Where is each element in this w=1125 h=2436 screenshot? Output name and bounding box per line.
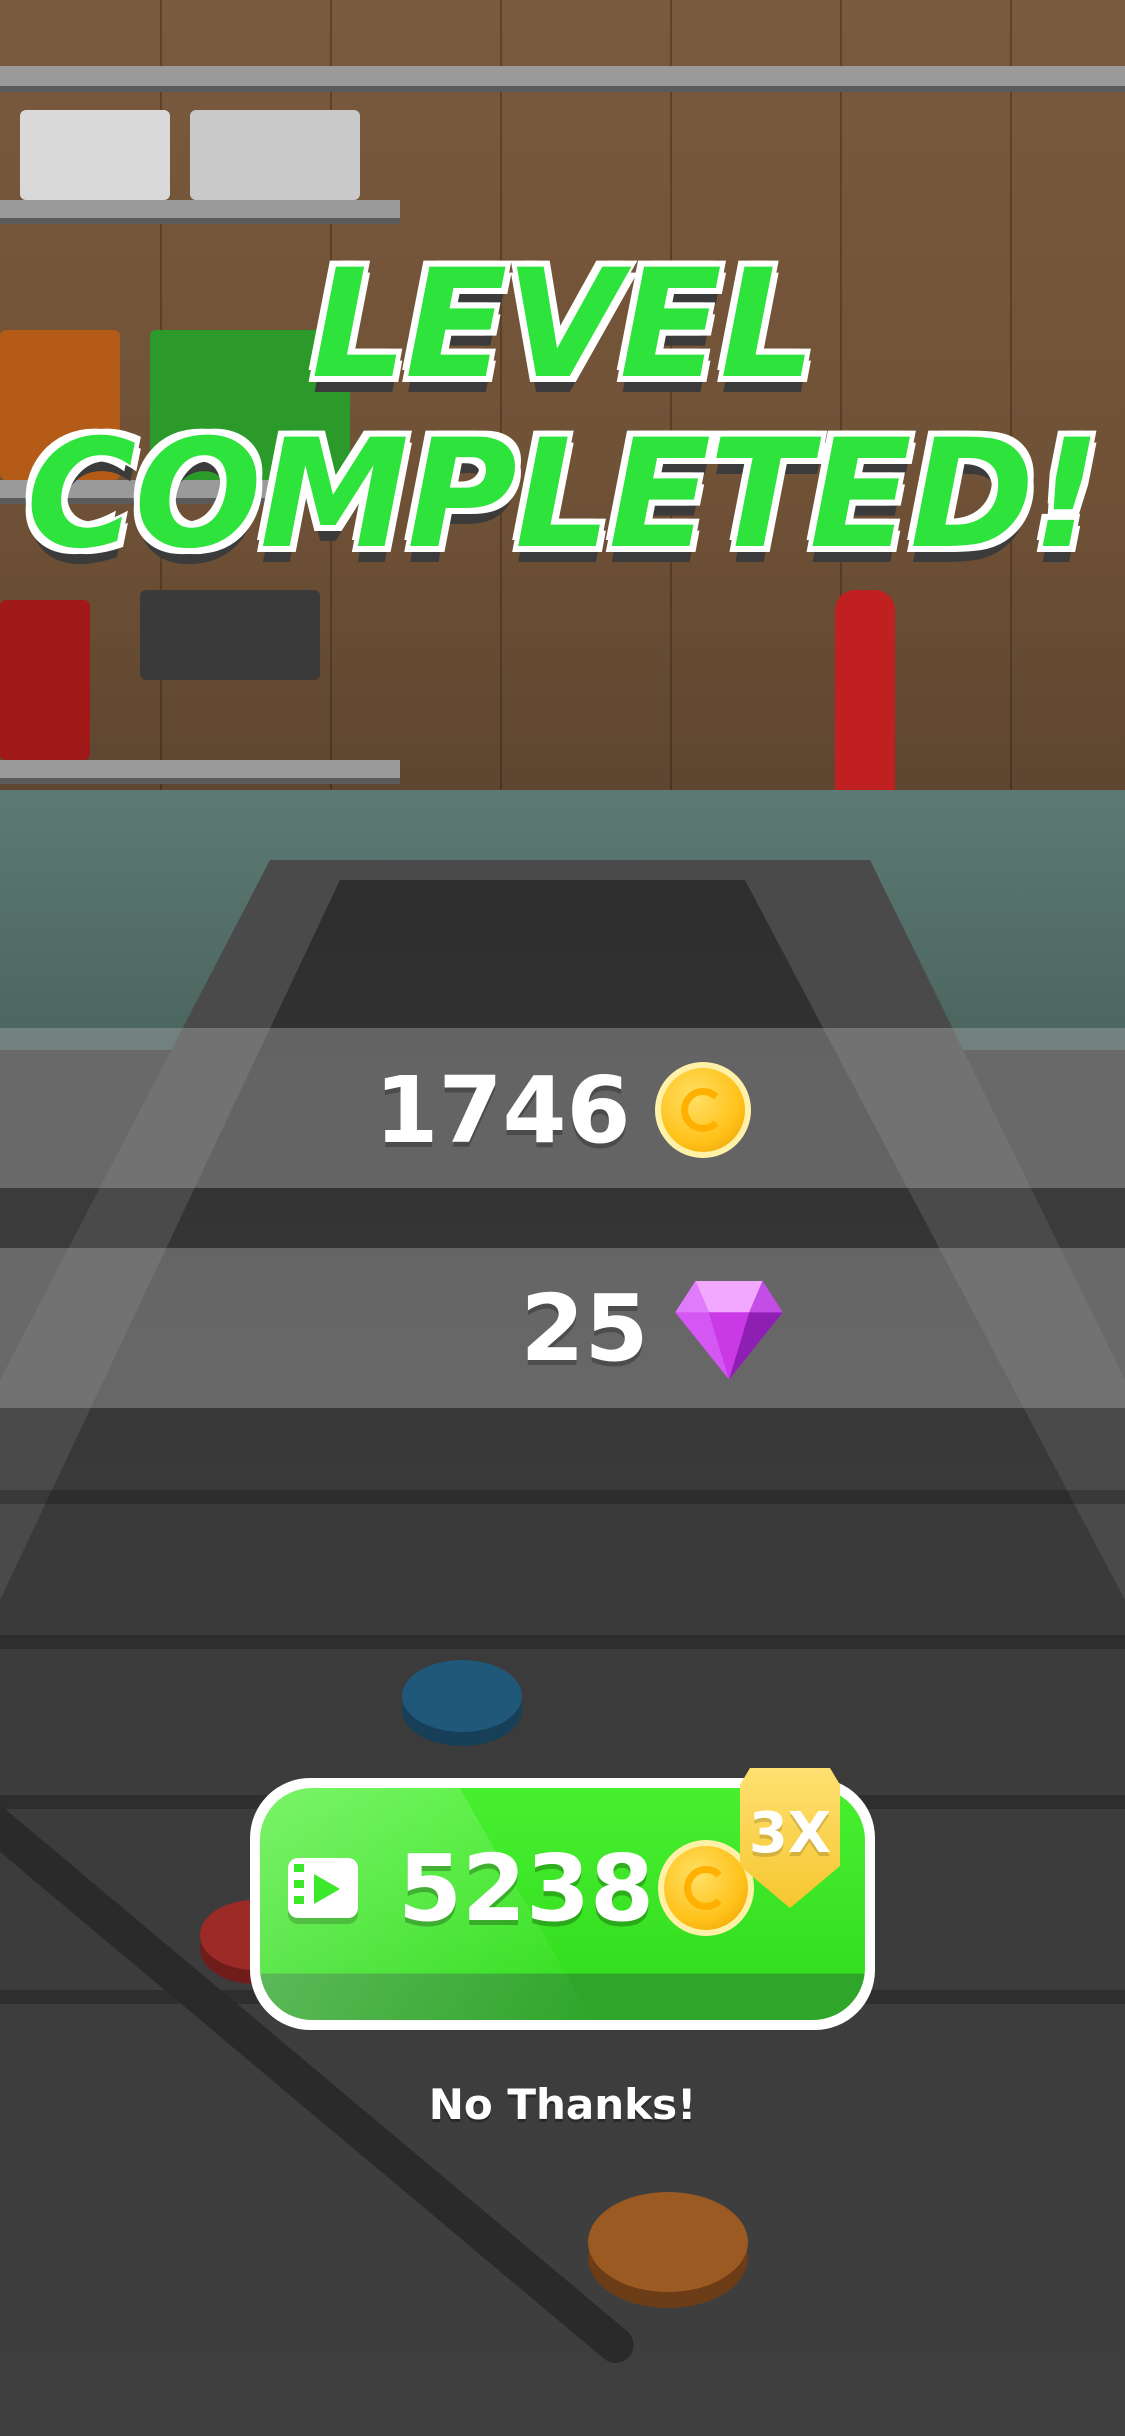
gem-icon: [673, 1272, 785, 1384]
gem-reward-row: 25: [0, 1270, 1125, 1386]
storage-bin: [140, 590, 320, 680]
coin-reward-row: 1746: [0, 1057, 1125, 1164]
coin-icon: [658, 1840, 755, 1936]
storage-bin: [20, 110, 170, 200]
coin-reward-value: 1746: [374, 1056, 631, 1164]
shelf-bottom: [0, 760, 400, 778]
video-ad-icon: [288, 1858, 358, 1918]
puck-orange: [588, 2192, 748, 2292]
board-lane-line: [0, 1490, 1125, 1504]
level-completed-title-line1: LEVEL: [311, 238, 815, 412]
board-lane-line: [0, 1635, 1125, 1649]
coin-icon: [654, 1062, 751, 1158]
multiplier-label: 3X: [748, 1800, 832, 1866]
puck-blue: [402, 1660, 522, 1732]
triple-reward-value: 5238: [398, 1834, 655, 1942]
fire-extinguisher: [835, 590, 895, 810]
no-thanks-link[interactable]: No Thanks!: [0, 2080, 1125, 2129]
level-completed-title-line2: COMPLETED!: [26, 408, 1101, 582]
storage-bin: [0, 600, 90, 760]
shelf-top: [0, 66, 1125, 86]
shelf-middle: [0, 200, 400, 218]
storage-bin: [190, 110, 360, 200]
gem-reward-value: 25: [520, 1274, 649, 1382]
